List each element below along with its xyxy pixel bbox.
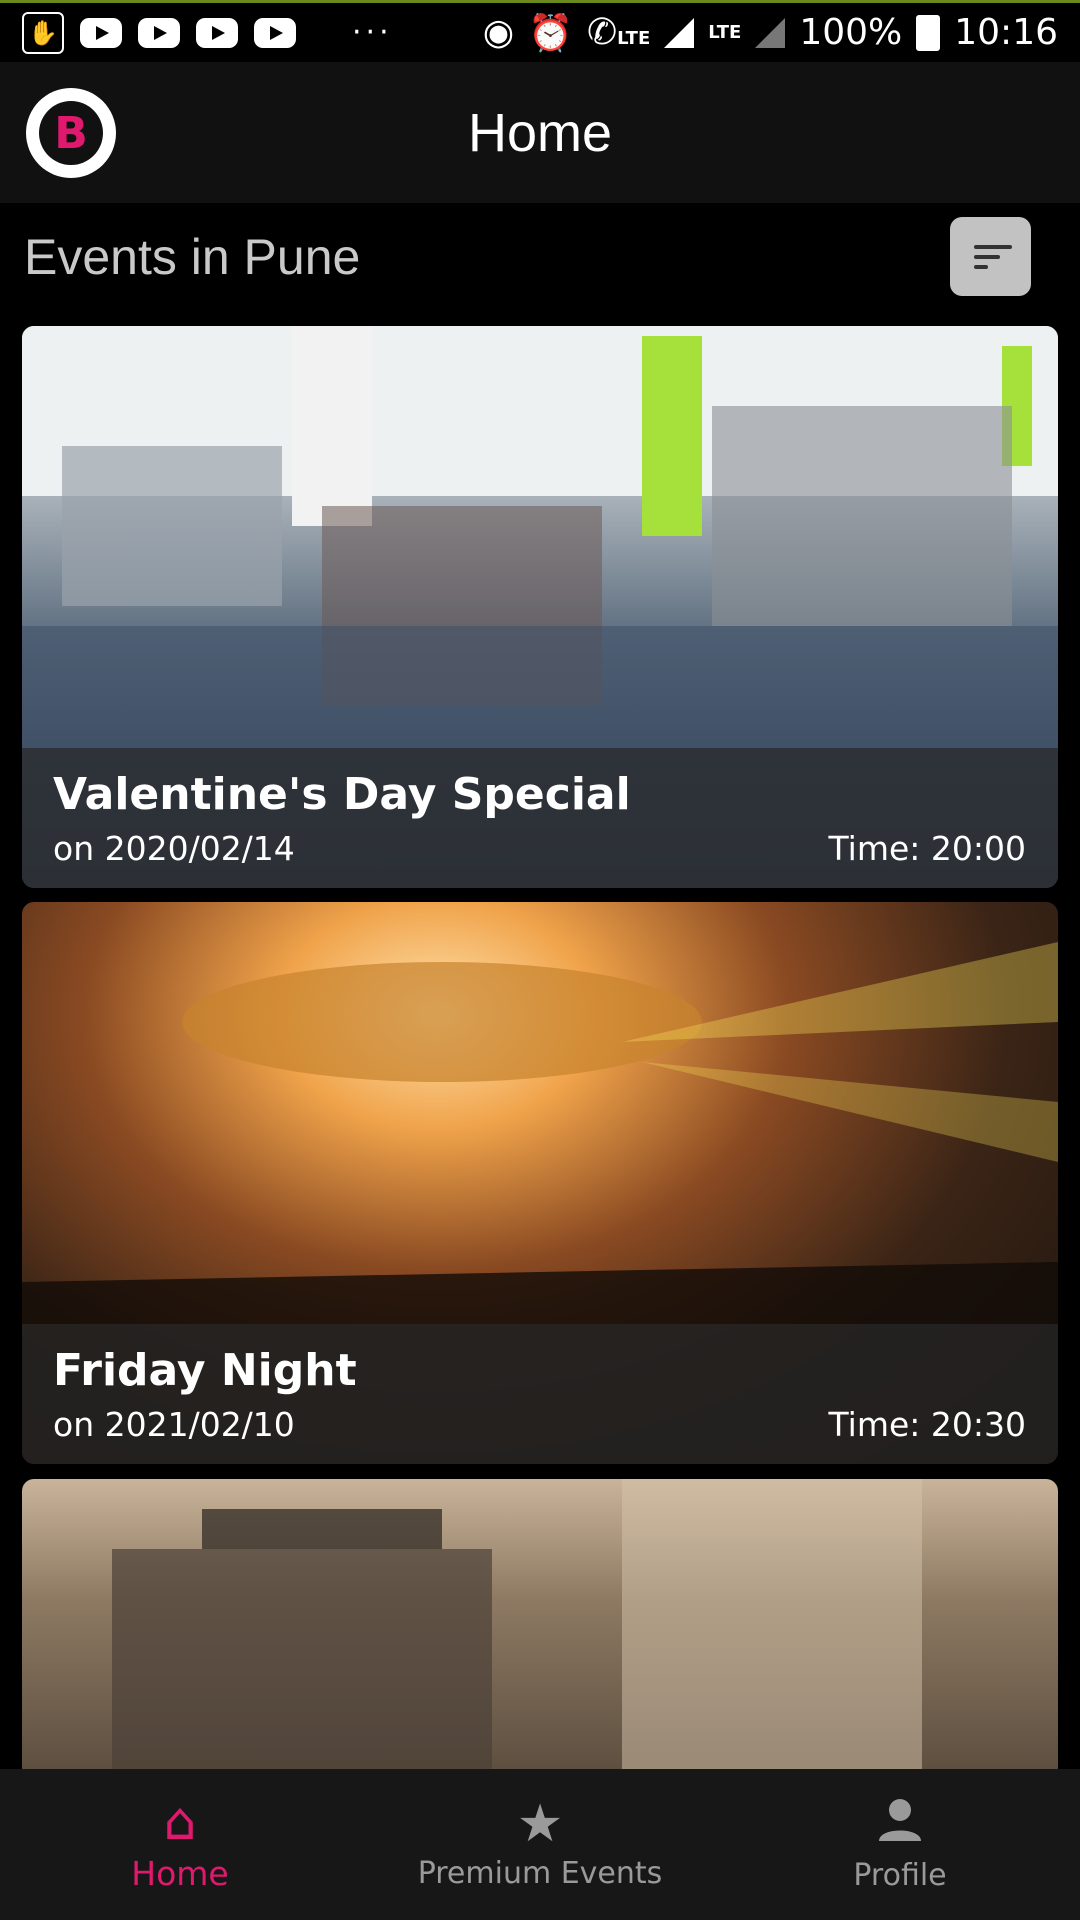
clock: 10:16 — [954, 12, 1058, 53]
logo-letter: B — [39, 101, 103, 165]
star-icon: ★ — [516, 1794, 564, 1854]
filter-button[interactable] — [950, 217, 1031, 296]
battery-charging-icon — [916, 14, 941, 51]
event-date: on 2021/02/10 — [53, 1405, 295, 1444]
filter-line-icon — [974, 254, 1000, 259]
youtube-notification-icon — [80, 17, 122, 48]
bottom-navigation: ⌂ Home ★ Premium Events Profile — [0, 1769, 1080, 1920]
nav-premium-events[interactable]: ★ Premium Events — [360, 1769, 720, 1920]
lte-label: LTE — [708, 22, 742, 43]
page-title: Home — [467, 102, 613, 163]
event-time: Time: 20:00 — [828, 829, 1026, 868]
signal-icon — [664, 17, 695, 48]
nav-home[interactable]: ⌂ Home — [0, 1769, 360, 1920]
more-notifications-icon: ··· — [352, 15, 393, 50]
app-logo[interactable]: B — [26, 88, 116, 178]
battery-percent: 100% — [799, 12, 903, 53]
youtube-notification-icon — [196, 17, 238, 48]
call-lte-icon: ✆LTE — [587, 12, 651, 53]
event-image — [112, 1479, 922, 1779]
person-icon — [877, 1797, 923, 1852]
hand-app-icon: ✋ — [22, 11, 64, 54]
alarm-icon: ⏰ — [528, 12, 573, 54]
home-icon: ⌂ — [163, 1792, 197, 1852]
event-card[interactable]: Friday Night on 2021/02/10 Time: 20:30 — [22, 902, 1058, 1464]
nav-label: Home — [131, 1854, 229, 1893]
section-title: Events in Pune — [24, 229, 361, 285]
nav-label: Premium Events — [417, 1856, 663, 1891]
signal-weak-icon — [755, 17, 786, 48]
nav-profile[interactable]: Profile — [720, 1769, 1080, 1920]
event-title: Friday Night — [53, 1345, 357, 1396]
youtube-notification-icon — [138, 17, 180, 48]
status-bar: ✋ ··· ◉ ⏰ ✆LTE LTE 100% 10:16 — [0, 0, 1080, 62]
nav-label: Profile — [853, 1857, 947, 1893]
person-icon-shape — [879, 1798, 921, 1841]
filter-line-icon — [974, 244, 1012, 249]
event-time: Time: 20:30 — [828, 1405, 1026, 1444]
filter-line-icon — [974, 264, 988, 269]
event-card[interactable]: Valentine's Day Special on 2020/02/14 Ti… — [22, 326, 1058, 888]
hotspot-icon: ◉ — [482, 12, 515, 53]
youtube-notification-icon — [254, 17, 296, 48]
event-date: on 2020/02/14 — [53, 829, 295, 868]
event-card[interactable] — [22, 1479, 1058, 1779]
event-title: Valentine's Day Special — [53, 769, 631, 820]
top-app-bar: B Home — [0, 62, 1080, 203]
